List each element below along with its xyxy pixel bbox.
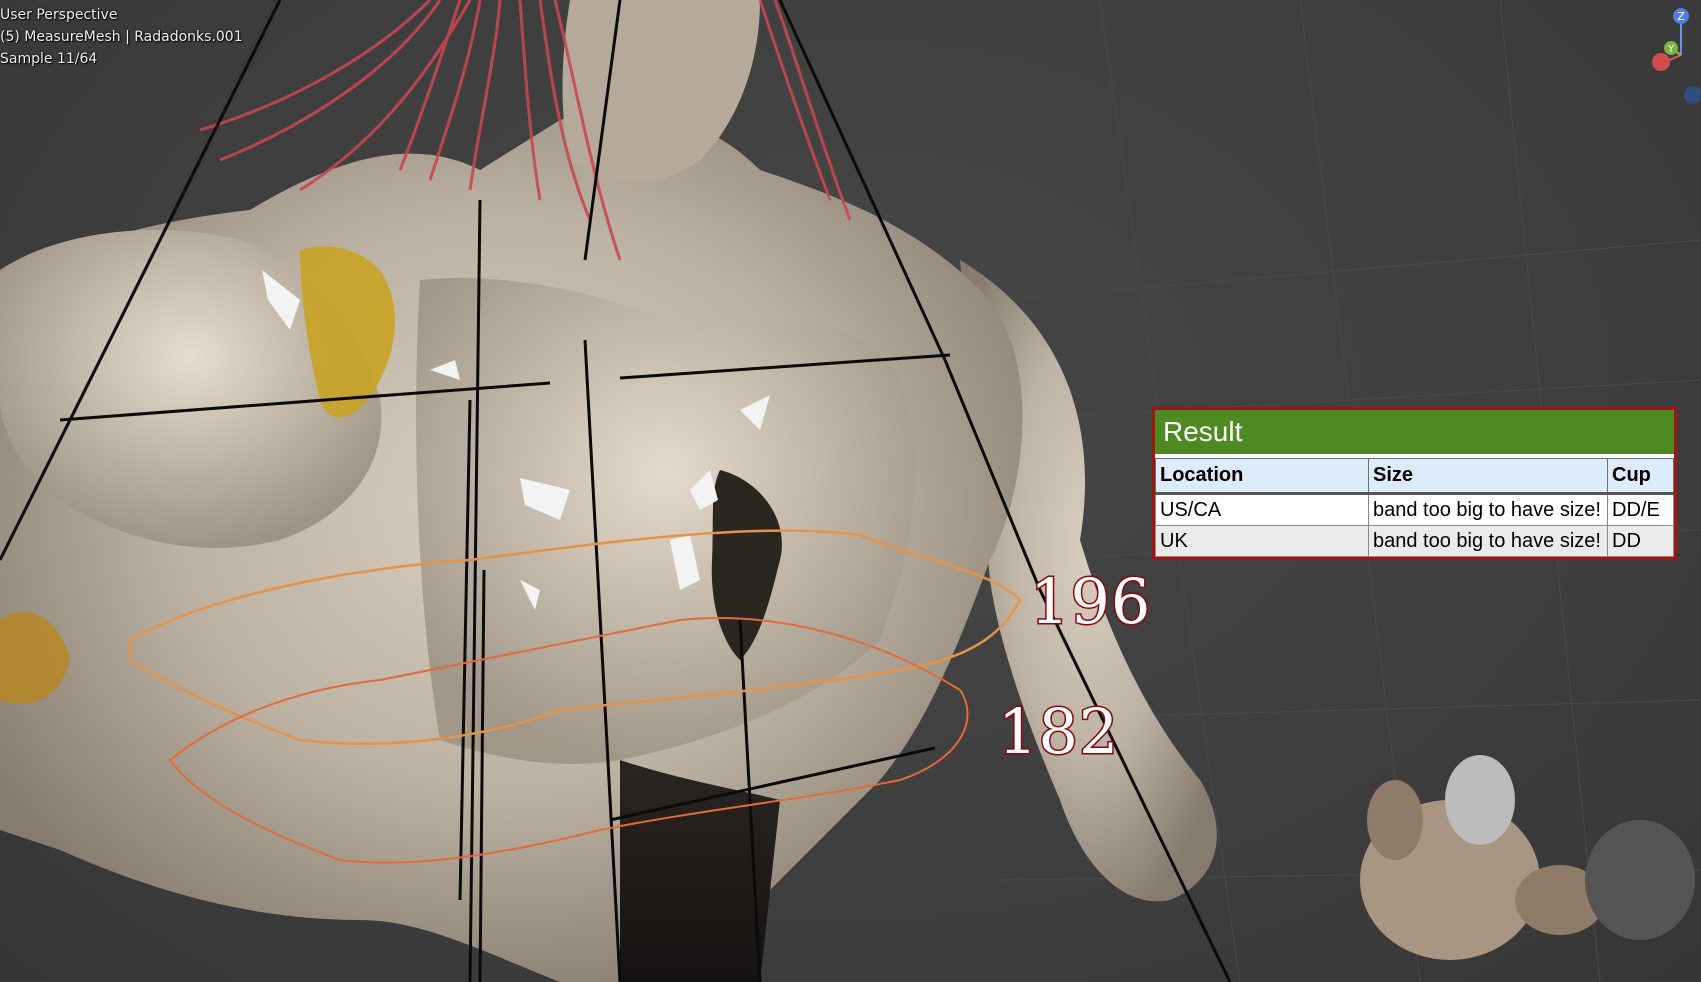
cell-size: band too big to have size! [1368, 493, 1608, 526]
cell-cup: DD/E [1607, 493, 1674, 526]
render-sample: Sample 11/64 [0, 51, 98, 67]
creature-figure [1360, 755, 1695, 960]
column-header-location: Location [1155, 458, 1369, 495]
svg-text:Z: Z [1677, 10, 1685, 23]
viewport-hud: User Perspective (5) MeasureMesh | Radad… [0, 4, 243, 70]
3d-viewport[interactable]: User Perspective (5) MeasureMesh | Radad… [0, 0, 1701, 982]
object-info: (5) MeasureMesh | Radadonks.001 [0, 29, 243, 45]
column-header-size: Size [1368, 458, 1608, 495]
lower-measurement-label: 182 [996, 694, 1120, 770]
cell-cup: DD [1607, 525, 1674, 557]
gizmo-neg-z-icon [1684, 86, 1701, 104]
table-header-row: Location Size Cup [1155, 458, 1674, 495]
view-name: User Perspective [0, 7, 118, 23]
cell-size: band too big to have size! [1368, 525, 1608, 557]
gizmo-x-axis-icon [1652, 53, 1670, 71]
cell-location: UK [1155, 525, 1369, 557]
navigation-gizmo[interactable]: Z Y [1641, 0, 1701, 110]
result-table: Location Size Cup US/CA band too big to … [1155, 458, 1674, 557]
upper-measurement-label: 196 [1028, 564, 1152, 640]
table-row: UK band too big to have size! DD [1155, 525, 1674, 557]
svg-text:Y: Y [1667, 44, 1675, 55]
result-panel: Result Location Size Cup US/CA band too … [1152, 407, 1677, 560]
result-title: Result [1155, 410, 1674, 454]
table-row: US/CA band too big to have size! DD/E [1155, 493, 1674, 526]
cell-location: US/CA [1155, 493, 1369, 526]
column-header-cup: Cup [1607, 458, 1674, 495]
